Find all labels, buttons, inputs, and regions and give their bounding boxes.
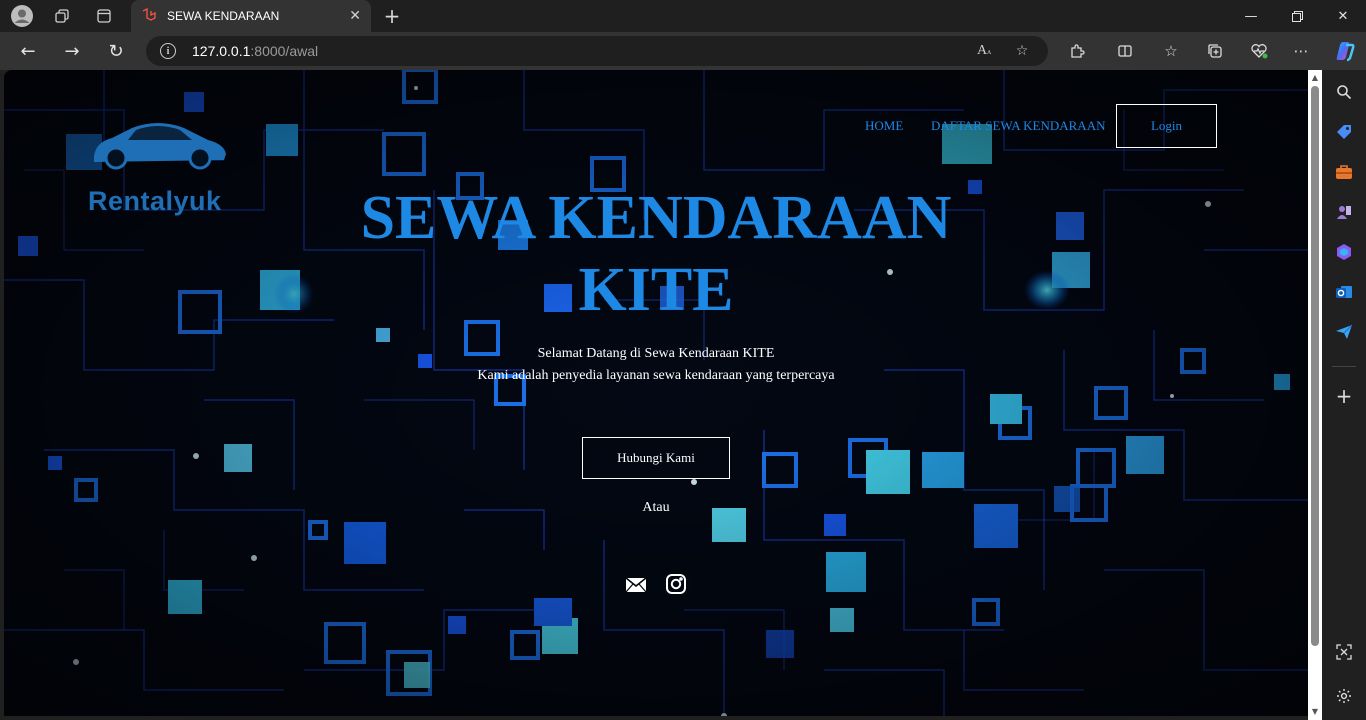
welcome-text: Selamat Datang di Sewa Kendaraan KITE (537, 346, 775, 361)
page-scrollbar[interactable]: ▲ ▼ (1308, 70, 1322, 720)
new-tab-icon[interactable]: + (380, 4, 404, 28)
profile-icon[interactable] (10, 4, 34, 28)
sidebar-search-icon[interactable] (1332, 80, 1356, 104)
hero-title: SEWA KENDARAAN KITE (304, 182, 1008, 326)
window-close-icon[interactable]: ✕ (1320, 0, 1366, 32)
refresh-icon[interactable]: ↻ (102, 38, 130, 64)
send-icon[interactable] (1332, 320, 1356, 344)
scroll-down-icon[interactable]: ▼ (1310, 706, 1320, 716)
read-aloud-icon[interactable]: Aʌ (974, 41, 994, 61)
edge-sidebar: + (1322, 70, 1366, 720)
or-text: Atau (642, 500, 670, 515)
address-bar[interactable]: i 127.0.0.1:8000/awal Aʌ ☆ (146, 36, 1048, 66)
tagline-text: Kami adalah penyedia layanan sewa kendar… (477, 368, 835, 383)
hero-title-line2: KITE (578, 256, 734, 324)
contact-button[interactable]: Hubungi Kami (582, 437, 730, 479)
page-viewport: Rentalyuk HOME DAFTAR SEWA KENDARAAN Log… (4, 70, 1308, 716)
logo-text: Rentalyuk (88, 186, 222, 216)
back-icon[interactable]: ← (14, 38, 42, 64)
url-path: :8000/awal (250, 43, 319, 59)
site-info-icon[interactable]: i (160, 43, 176, 59)
login-button[interactable]: Login (1116, 104, 1217, 148)
settings-gear-icon[interactable] (1332, 684, 1356, 708)
site-logo[interactable]: Rentalyuk (88, 120, 228, 220)
shopping-tag-icon[interactable] (1332, 120, 1356, 144)
split-screen-icon[interactable] (1114, 40, 1136, 62)
tools-briefcase-icon[interactable] (1332, 160, 1356, 184)
browser-essentials-icon[interactable] (1248, 40, 1270, 62)
tab-title: SEWA KENDARAAN (167, 9, 280, 23)
scrollbar-thumb[interactable] (1311, 86, 1319, 646)
sidebar-divider (1332, 366, 1356, 367)
nav-daftar-sewa-kendaraan[interactable]: DAFTAR SEWA KENDARAAN (931, 118, 1105, 134)
nav-home[interactable]: HOME (865, 118, 903, 134)
restore-icon[interactable] (1274, 0, 1320, 32)
active-tab[interactable]: SEWA KENDARAAN ✕ (131, 0, 371, 32)
tab-actions-icon[interactable] (92, 4, 116, 28)
games-icon[interactable] (1332, 200, 1356, 224)
workspaces-icon[interactable] (50, 4, 74, 28)
url-host: 127.0.0.1 (192, 43, 251, 59)
close-icon[interactable]: ✕ (349, 8, 361, 24)
scroll-up-icon[interactable]: ▲ (1310, 72, 1320, 82)
extensions-icon[interactable] (1066, 40, 1088, 62)
favorites-icon[interactable]: ☆ (1160, 40, 1182, 62)
browser-toolbar: ← → ↻ i 127.0.0.1:8000/awal Aʌ ☆ ☆ ⋯ (0, 32, 1366, 70)
screenshot-icon[interactable] (1332, 640, 1356, 664)
collections-icon[interactable] (1204, 40, 1226, 62)
favorite-star-icon[interactable]: ☆ (1012, 41, 1032, 61)
forward-icon[interactable]: → (58, 38, 86, 64)
hero-title-line1: SEWA KENDARAAN (360, 184, 952, 252)
car-logo-icon (94, 123, 226, 170)
mail-icon[interactable] (621, 570, 651, 600)
instagram-icon[interactable] (660, 568, 692, 600)
copilot-icon[interactable] (1332, 38, 1358, 64)
laravel-icon (142, 8, 156, 21)
browser-tab-bar: SEWA KENDARAAN ✕ + — ✕ (0, 0, 1366, 32)
outlook-icon[interactable] (1332, 280, 1356, 304)
more-menu-icon[interactable]: ⋯ (1290, 40, 1312, 62)
minimize-icon[interactable]: — (1228, 0, 1274, 32)
add-sidebar-app-icon[interactable]: + (1332, 384, 1356, 408)
copilot-sidebar-icon[interactable] (1332, 240, 1356, 264)
